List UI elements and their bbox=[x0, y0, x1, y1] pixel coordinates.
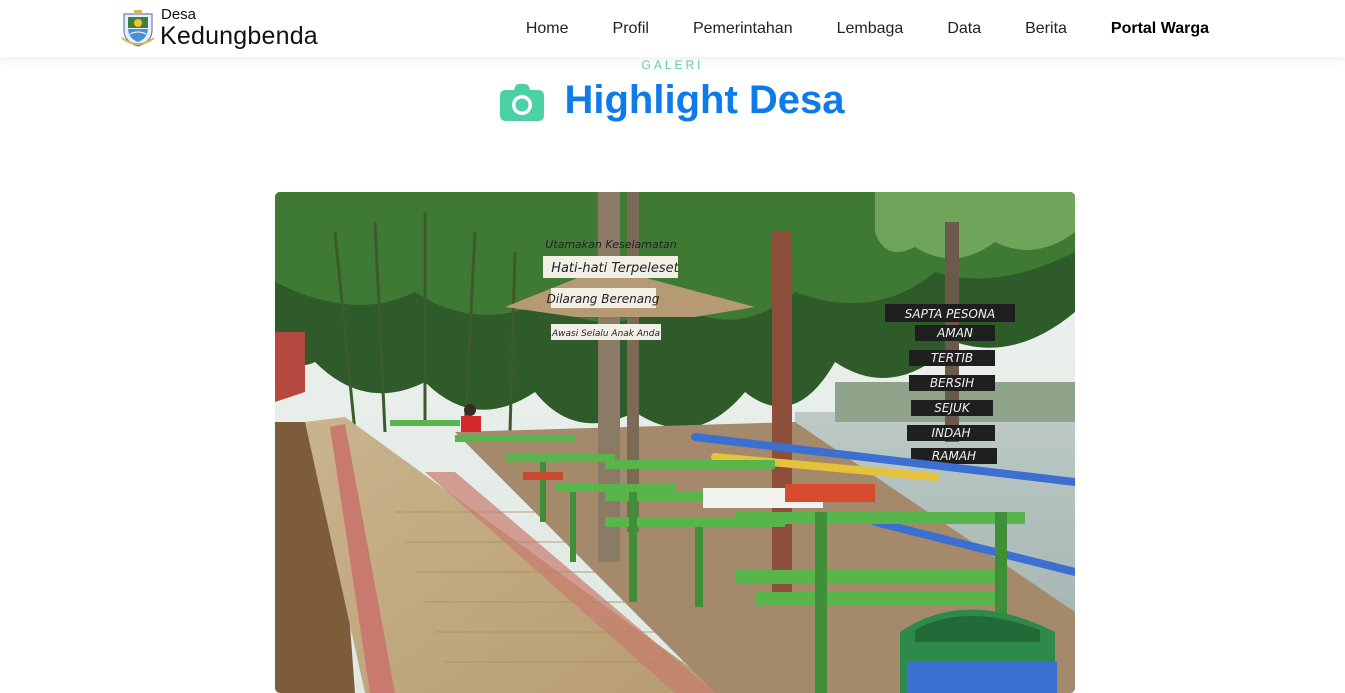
navbar: Desa Kedungbenda Home Profil Pemerintaha… bbox=[0, 0, 1345, 57]
nav-profil[interactable]: Profil bbox=[613, 20, 649, 38]
sign-text-right: BERSIH bbox=[930, 376, 974, 390]
section-title: Highlight Desa bbox=[0, 78, 1345, 123]
sign-text-right: AMAN bbox=[936, 326, 973, 340]
nav-lembaga[interactable]: Lembaga bbox=[837, 20, 904, 38]
nav-data[interactable]: Data bbox=[947, 20, 981, 38]
highlight-photo[interactable]: Utamakan Keselamatan Hati-hati Terpeleset… bbox=[275, 192, 1075, 693]
sign-text-left: Dilarang Berenang bbox=[547, 292, 660, 306]
brand-link[interactable]: Desa Kedungbenda bbox=[120, 7, 318, 49]
nav-berita[interactable]: Berita bbox=[1025, 20, 1067, 38]
main-nav: Home Profil Pemerintahan Lembaga Data Be… bbox=[482, 0, 1209, 57]
section-title-text: Highlight Desa bbox=[564, 78, 845, 122]
sign-text-left: Utamakan Keselamatan bbox=[545, 238, 677, 251]
sign-text-right: RAMAH bbox=[932, 449, 976, 463]
section-eyebrow: GALERI bbox=[641, 58, 704, 72]
highlight-photo-illustration: Utamakan Keselamatan Hati-hati Terpeleset… bbox=[275, 192, 1075, 693]
sign-text-right: TERTIB bbox=[931, 351, 973, 365]
brand-name: Kedungbenda bbox=[160, 22, 318, 50]
sign-text-left: Hati-hati Terpeleset bbox=[551, 261, 679, 276]
nav-pemerintahan[interactable]: Pemerintahan bbox=[693, 20, 793, 38]
brand-text: Desa Kedungbenda bbox=[160, 7, 318, 49]
nav-portal-warga[interactable]: Portal Warga bbox=[1111, 20, 1209, 38]
nav-home[interactable]: Home bbox=[526, 20, 569, 38]
camera-icon bbox=[500, 83, 545, 121]
brand-small-label: Desa bbox=[161, 6, 197, 23]
village-emblem-icon bbox=[121, 10, 155, 47]
sign-text-right: INDAH bbox=[932, 426, 971, 440]
sign-text-left: Awasi Selalu Anak Anda bbox=[551, 329, 660, 339]
sign-text-right: SEJUK bbox=[934, 401, 971, 415]
sign-text-right: SAPTA PESONA bbox=[905, 307, 995, 321]
